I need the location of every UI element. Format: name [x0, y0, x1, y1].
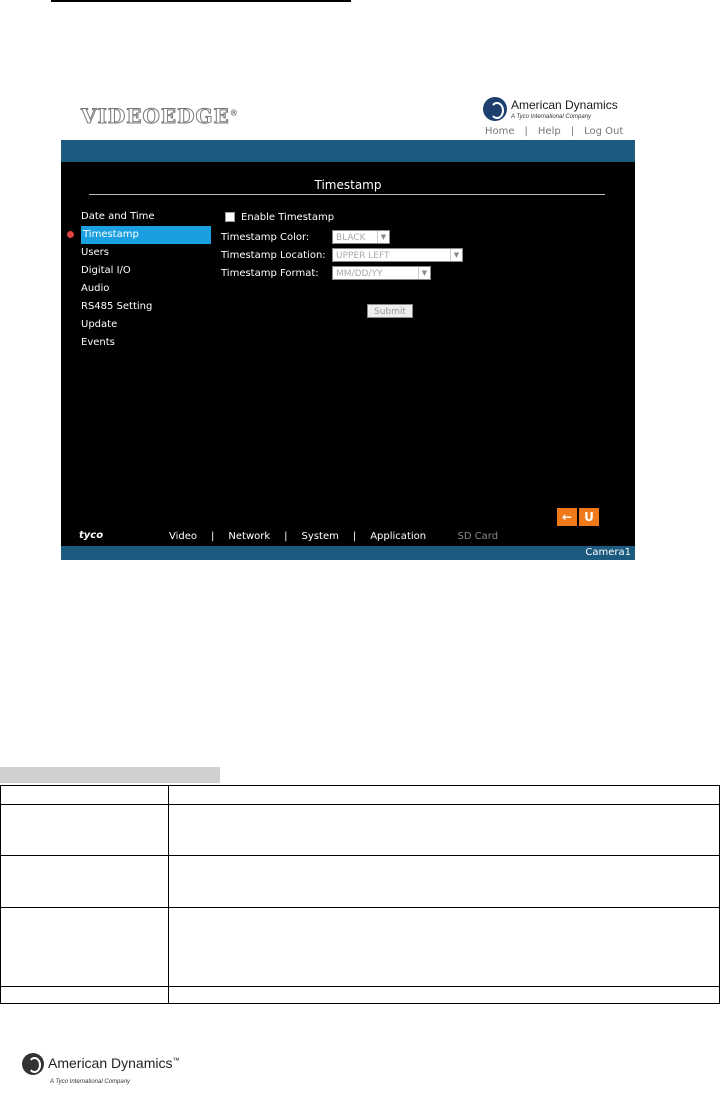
table-cell	[168, 804, 720, 856]
enable-row: Enable Timestamp	[221, 212, 334, 223]
location-select[interactable]: UPPER LEFT ▼	[332, 248, 463, 262]
sidebar-item-label: Audio	[81, 283, 110, 294]
chevron-down-icon: ▼	[418, 267, 430, 279]
location-value: UPPER LEFT	[336, 251, 390, 261]
camera-name: Camera1	[585, 547, 631, 558]
ad-logo-icon	[22, 1053, 44, 1075]
sidebar: Date and Time Timestamp Users Digital I/…	[67, 208, 211, 352]
sidebar-item-users[interactable]: Users	[81, 244, 211, 262]
nav-video[interactable]: Video	[169, 531, 197, 542]
nav-separator: |	[284, 531, 288, 542]
table-cell	[0, 785, 169, 805]
nav-network[interactable]: Network	[228, 531, 270, 542]
table-row	[0, 804, 720, 856]
top-underline	[51, 0, 351, 2]
table-cell	[0, 986, 169, 1004]
back-arrow-icon[interactable]: ←	[557, 508, 577, 526]
sidebar-item-label: Update	[81, 319, 118, 330]
bottom-menu: Video|Network|System|Application|SD Card	[169, 531, 498, 542]
sidebar-item-audio[interactable]: Audio	[81, 280, 211, 298]
nav-buttons: ← U	[557, 508, 599, 526]
american-dynamics-logo: American Dynamics A Tyco International C…	[483, 96, 633, 124]
sidebar-item-label: Date and Time	[81, 211, 155, 222]
sidebar-item-digital-io[interactable]: Digital I/O	[81, 262, 211, 280]
active-bullet-icon	[67, 231, 74, 238]
sidebar-item-timestamp[interactable]: Timestamp	[67, 226, 211, 244]
table-cell	[0, 907, 169, 987]
brand-name: American Dynamics	[511, 98, 618, 112]
format-value: MM/DD/YY	[336, 269, 383, 279]
color-select[interactable]: BLACK ▼	[332, 230, 390, 244]
sidebar-item-events[interactable]: Events	[81, 334, 211, 352]
chevron-down-icon: ▼	[450, 249, 462, 261]
color-value: BLACK	[336, 233, 366, 243]
tyco-logo: tyco	[79, 530, 104, 541]
sidebar-item-update[interactable]: Update	[81, 316, 211, 334]
footer-logo: American Dynamics™ A Tyco International …	[22, 1053, 202, 1093]
footer-brand-name: American Dynamics™	[48, 1055, 180, 1071]
nav-separator: |	[211, 531, 215, 542]
description-table	[0, 785, 720, 1004]
sidebar-item-label: Users	[81, 247, 110, 258]
table-row	[0, 785, 720, 805]
format-select[interactable]: MM/DD/YY ▼	[332, 266, 431, 280]
format-label: Timestamp Format:	[221, 268, 319, 279]
location-label: Timestamp Location:	[221, 250, 326, 261]
camera-web-ui: VIDEOEDGE® American Dynamics A Tyco Inte…	[61, 90, 635, 560]
table-row	[0, 986, 720, 1004]
sidebar-item-label: RS485 Setting	[81, 301, 153, 312]
table-row	[0, 855, 720, 908]
sidebar-item-label: Timestamp	[83, 229, 139, 240]
top-links: Home | Help | Log Out	[485, 126, 623, 137]
table-cell	[168, 785, 720, 805]
table-cell	[0, 804, 169, 856]
color-label: Timestamp Color:	[221, 232, 310, 243]
nav-separator: |	[352, 531, 357, 542]
nav-sd-card[interactable]: SD Card	[457, 531, 498, 542]
color-row: Timestamp Color: BLACK ▼	[221, 230, 521, 246]
sidebar-item-label: Digital I/O	[81, 265, 131, 276]
footer-brand-tagline: A Tyco International Company	[50, 1079, 131, 1085]
chevron-down-icon: ▼	[377, 231, 389, 243]
location-row: Timestamp Location: UPPER LEFT ▼	[221, 248, 521, 264]
enable-timestamp-checkbox[interactable]	[225, 212, 235, 222]
ad-logo-icon	[483, 97, 507, 121]
nav-application[interactable]: Application	[370, 531, 426, 542]
title-divider	[89, 194, 605, 195]
table-cell	[168, 986, 720, 1004]
table-caption-bar	[0, 767, 220, 783]
sidebar-item-label: Events	[81, 337, 115, 348]
header-bar	[61, 140, 635, 162]
logout-link[interactable]: Log Out	[584, 126, 623, 137]
main-panel: Timestamp Date and Time Timestamp Users …	[61, 162, 635, 546]
home-link[interactable]: Home	[485, 126, 515, 137]
link-separator: |	[524, 126, 528, 137]
enable-timestamp-label: Enable Timestamp	[241, 212, 335, 223]
table-cell	[168, 855, 720, 908]
link-separator: |	[570, 126, 575, 137]
header: VIDEOEDGE® American Dynamics A Tyco Inte…	[61, 90, 635, 140]
sidebar-item-date-and-time[interactable]: Date and Time	[81, 208, 211, 226]
camera-bar: Camera1	[61, 546, 635, 560]
help-link[interactable]: Help	[538, 126, 561, 137]
page-title: Timestamp	[314, 178, 382, 192]
sidebar-item-rs485-setting[interactable]: RS485 Setting	[81, 298, 211, 316]
nav-system[interactable]: System	[302, 531, 339, 542]
format-row: Timestamp Format: MM/DD/YY ▼	[221, 266, 521, 282]
submit-button[interactable]: Submit	[367, 304, 413, 318]
videoedge-logo: VIDEOEDGE®	[81, 104, 239, 129]
table-row	[0, 907, 720, 987]
table-cell	[168, 907, 720, 987]
brand-tagline: A Tyco International Company	[511, 114, 592, 120]
refresh-icon[interactable]: U	[579, 508, 599, 526]
table-cell	[0, 855, 169, 908]
